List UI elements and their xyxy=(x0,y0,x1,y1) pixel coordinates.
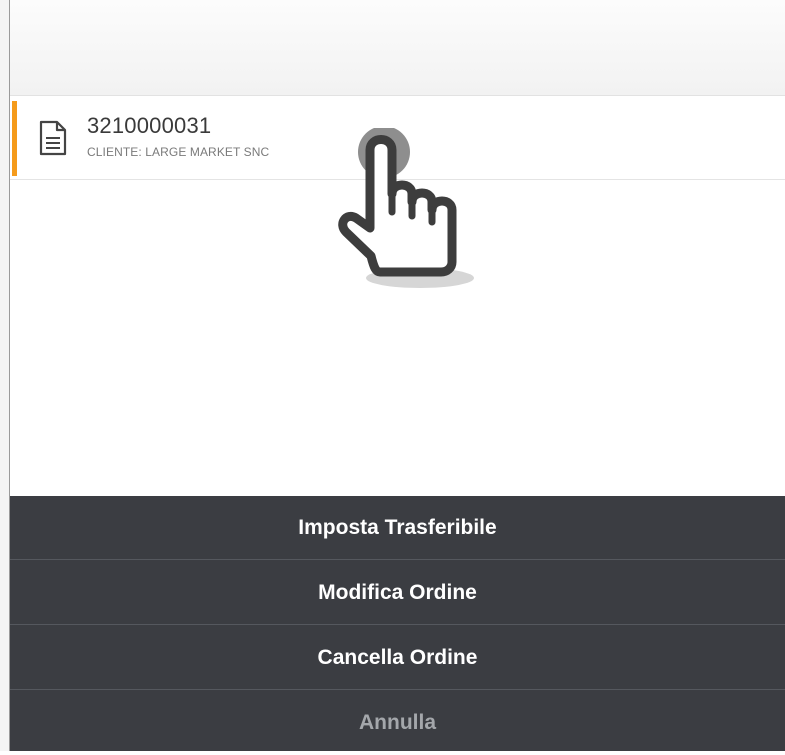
order-number: 3210000031 xyxy=(87,113,212,138)
selection-accent-bar xyxy=(12,101,17,176)
left-edge xyxy=(0,0,10,751)
hand-pointer-icon xyxy=(338,128,474,288)
edit-order-button[interactable]: Modifica Ordine xyxy=(10,561,785,625)
document-icon xyxy=(39,120,67,156)
set-transferable-button[interactable]: Imposta Trasferibile xyxy=(10,496,785,560)
order-customer: CLIENTE: LARGE MARKET SNC xyxy=(87,145,270,159)
action-sheet: Imposta Trasferibile Modifica Ordine Can… xyxy=(10,496,785,751)
cancel-button[interactable]: Annulla xyxy=(10,691,785,755)
top-header-bar xyxy=(10,0,785,96)
delete-order-button[interactable]: Cancella Ordine xyxy=(10,626,785,690)
